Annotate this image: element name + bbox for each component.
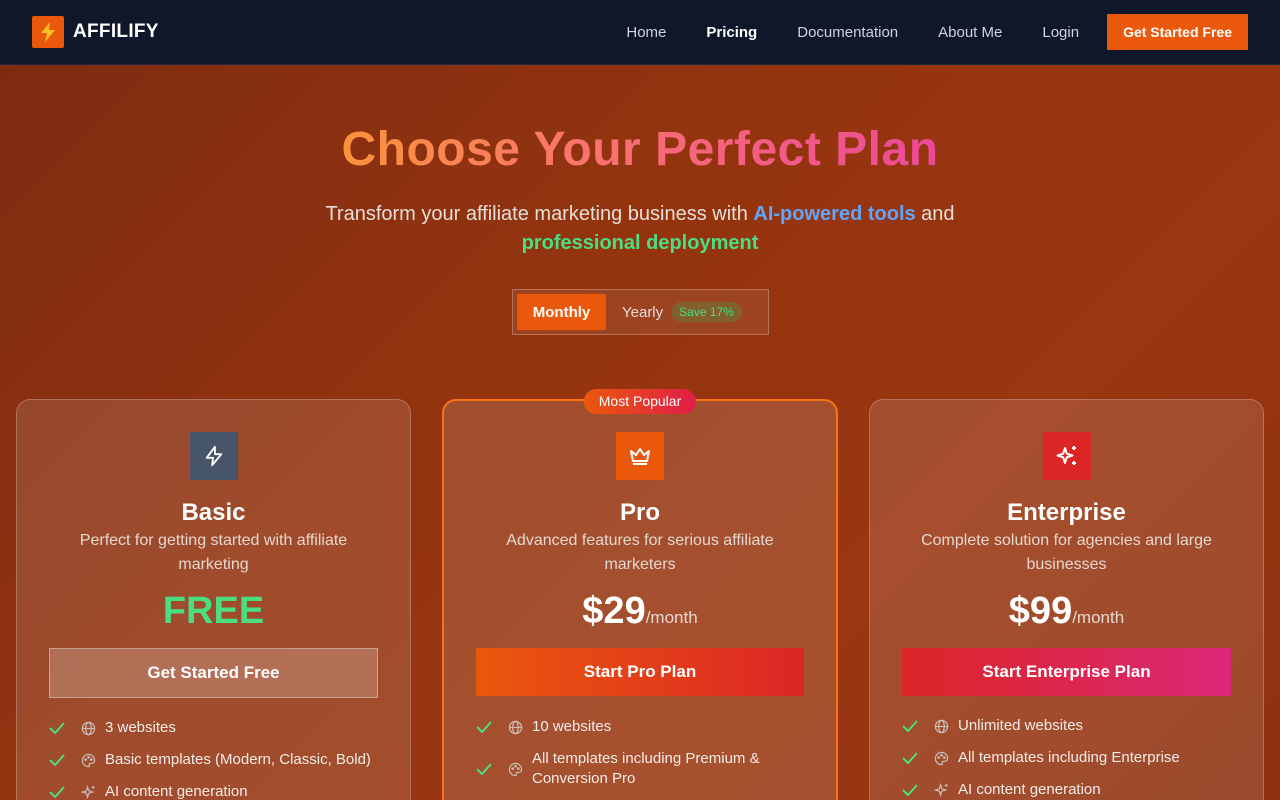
brand[interactable]: AFFILIFY bbox=[32, 16, 159, 48]
check-icon bbox=[49, 782, 73, 800]
get-started-free-plan-button[interactable]: Get Started Free bbox=[49, 648, 378, 698]
check-icon bbox=[902, 748, 926, 768]
feature-list: 3 websites Basic templates (Modern, Clas… bbox=[49, 718, 390, 800]
subtitle-highlight-ai: AI-powered tools bbox=[753, 203, 916, 225]
save-badge: Save 17% bbox=[671, 302, 742, 322]
check-icon bbox=[902, 716, 926, 736]
billing-yearly-option[interactable]: Yearly Save 17% bbox=[622, 302, 742, 322]
plan-name: Enterprise bbox=[1007, 499, 1126, 526]
lightning-icon bbox=[189, 432, 238, 480]
plan-price: FREE bbox=[162, 590, 265, 632]
subtitle-highlight-deployment: professional deployment bbox=[521, 232, 759, 254]
palette-icon bbox=[81, 750, 97, 770]
list-item: 3 websites bbox=[49, 718, 390, 738]
nav-login[interactable]: Login bbox=[1042, 24, 1079, 41]
sparkles-icon bbox=[81, 782, 97, 800]
feature-list: 10 websites All templates including Prem… bbox=[476, 717, 816, 800]
list-item: AI content generation bbox=[902, 780, 1243, 800]
nav-about-me[interactable]: About Me bbox=[938, 24, 1002, 41]
plan-card-enterprise: Enterprise Complete solution for agencie… bbox=[869, 399, 1264, 800]
feature-list: Unlimited websites All templates includi… bbox=[902, 716, 1243, 800]
brand-name: AFFILIFY bbox=[73, 21, 159, 42]
check-icon bbox=[476, 759, 500, 779]
billing-monthly-option[interactable]: Monthly bbox=[517, 294, 606, 330]
plan-card-pro: Most Popular Pro Advanced features for s… bbox=[442, 389, 838, 800]
page-subtitle: Transform your affiliate marketing busin… bbox=[325, 203, 955, 254]
plan-name: Basic bbox=[181, 499, 246, 526]
sparkles-icon bbox=[1042, 432, 1091, 480]
nav-pricing[interactable]: Pricing bbox=[706, 24, 757, 41]
list-item: AI content generation bbox=[49, 782, 390, 800]
nav-home[interactable]: Home bbox=[626, 24, 666, 41]
check-icon bbox=[476, 717, 500, 737]
crown-icon bbox=[616, 432, 664, 480]
start-enterprise-plan-button[interactable]: Start Enterprise Plan bbox=[902, 648, 1231, 696]
plan-description: Perfect for getting started with affilia… bbox=[79, 532, 348, 573]
plan-description: Advanced features for serious affiliate … bbox=[506, 532, 774, 573]
start-pro-plan-button[interactable]: Start Pro Plan bbox=[476, 648, 804, 696]
main-nav: Home Pricing Documentation About Me Logi… bbox=[626, 14, 1248, 50]
check-icon bbox=[49, 718, 73, 738]
lightning-icon bbox=[32, 16, 64, 48]
globe-icon bbox=[81, 718, 97, 738]
palette-icon bbox=[508, 759, 524, 779]
plan-card-basic: Basic Perfect for getting started with a… bbox=[16, 399, 411, 800]
list-item: Unlimited websites bbox=[902, 716, 1243, 736]
check-icon bbox=[902, 780, 926, 800]
globe-icon bbox=[934, 716, 950, 736]
list-item: All templates including Enterprise bbox=[902, 748, 1243, 768]
list-item: 10 websites bbox=[476, 717, 816, 737]
check-icon bbox=[49, 750, 73, 770]
billing-toggle: Monthly Yearly Save 17% bbox=[512, 289, 769, 335]
page-title: Choose Your Perfect Plan bbox=[341, 123, 939, 176]
plan-price: $29/month bbox=[582, 590, 698, 632]
sparkles-icon bbox=[934, 780, 950, 800]
list-item: All templates including Premium & Conver… bbox=[476, 749, 816, 789]
list-item: Basic templates (Modern, Classic, Bold) bbox=[49, 750, 390, 770]
palette-icon bbox=[934, 748, 950, 768]
top-navbar: AFFILIFY Home Pricing Documentation Abou… bbox=[0, 0, 1280, 65]
nav-documentation[interactable]: Documentation bbox=[797, 24, 898, 41]
most-popular-badge: Most Popular bbox=[583, 389, 697, 414]
plan-name: Pro bbox=[619, 499, 660, 526]
get-started-free-button[interactable]: Get Started Free bbox=[1107, 14, 1248, 50]
plan-price: $99/month bbox=[1008, 590, 1125, 632]
plan-description: Complete solution for agencies and large… bbox=[921, 532, 1212, 573]
globe-icon bbox=[508, 717, 524, 737]
